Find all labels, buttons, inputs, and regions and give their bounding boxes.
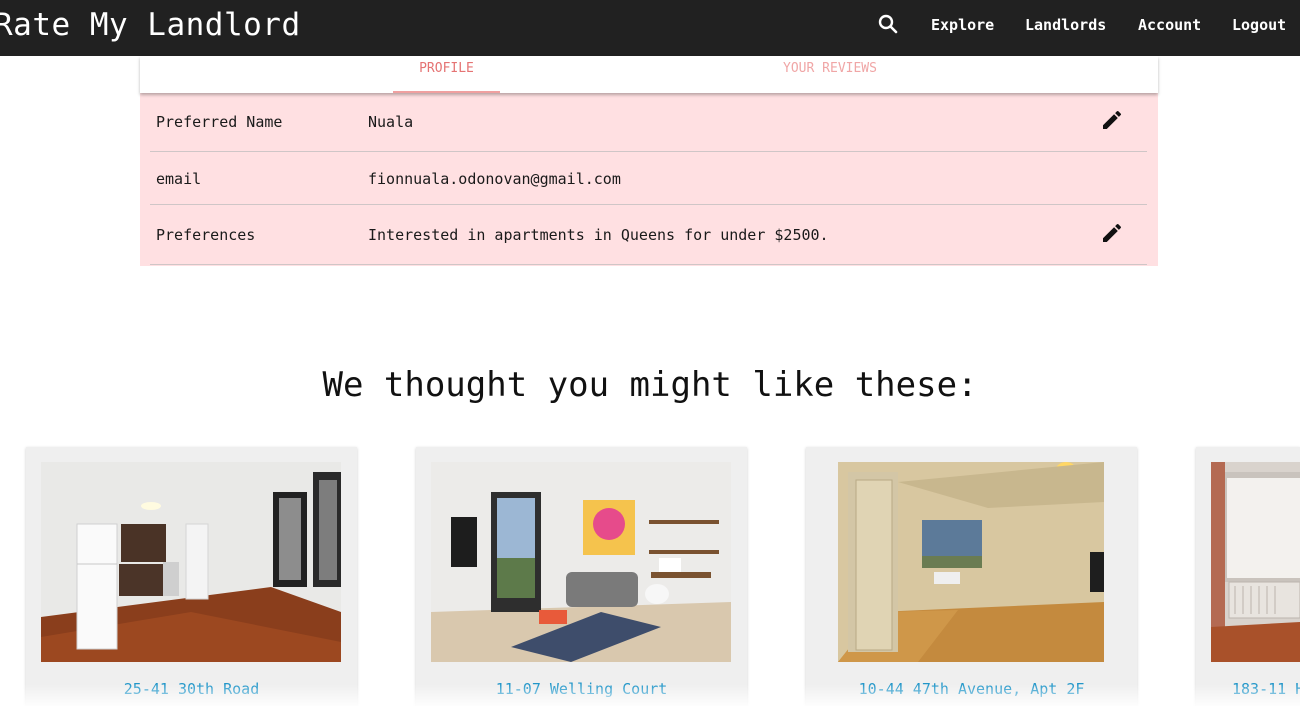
- apartment-photo-image: [838, 462, 1104, 662]
- listing-card[interactable]: 183-11 H: [1196, 447, 1300, 706]
- apartment-photo-image: [1211, 462, 1300, 662]
- recommendations-heading: We thought you might like these:: [322, 365, 978, 405]
- top-bar: Rate My Landlord Explore Landlords Accou…: [0, 0, 1300, 56]
- listing-card[interactable]: 25-41 30th Road: [26, 447, 357, 706]
- tab-your-reviews-label: YOUR REVIEWS: [783, 61, 877, 76]
- active-tab-indicator: [393, 91, 500, 93]
- listing-address[interactable]: 25-41 30th Road: [26, 679, 357, 699]
- listing-address[interactable]: 10-44 47th Avenue, Apt 2F: [806, 679, 1137, 699]
- tab-profile[interactable]: PROFILE: [393, 56, 500, 93]
- preferred-name-value: Nuala: [368, 113, 414, 131]
- listing-photo[interactable]: [838, 462, 1104, 662]
- listing-card[interactable]: 10-44 47th Avenue, Apt 2F: [806, 447, 1137, 706]
- nav-logout[interactable]: Logout: [1232, 15, 1286, 35]
- search-button[interactable]: [876, 12, 900, 36]
- listing-card[interactable]: 11-07 Welling Court: [416, 447, 747, 706]
- profile-row-preferred-name: Preferred Name Nuala: [150, 93, 1147, 152]
- listing-photo[interactable]: [41, 462, 341, 662]
- preferences-label: Preferences: [156, 226, 256, 244]
- email-label: email: [156, 170, 202, 188]
- apartment-photo-image: [431, 462, 731, 662]
- pencil-icon: [1103, 110, 1122, 129]
- nav-landlords[interactable]: Landlords: [1025, 15, 1106, 35]
- page: Rate My Landlord Explore Landlords Accou…: [0, 0, 1300, 706]
- listing-photo[interactable]: [431, 462, 731, 662]
- preferences-value: Interested in apartments in Queens for u…: [368, 226, 829, 244]
- profile-row-preferences: Preferences Interested in apartments in …: [150, 205, 1147, 265]
- listing-address[interactable]: 11-07 Welling Court: [416, 679, 747, 699]
- listing-photo[interactable]: [1211, 462, 1300, 662]
- tab-your-reviews[interactable]: YOUR REVIEWS: [760, 56, 900, 93]
- nav-explore[interactable]: Explore: [931, 15, 994, 35]
- profile-table: Preferred Name Nuala email fionnuala.odo…: [140, 93, 1158, 266]
- edit-preferences-button[interactable]: [1100, 221, 1124, 245]
- email-value: fionnuala.odonovan@gmail.com: [368, 170, 621, 188]
- profile-card: PROFILE YOUR REVIEWS Preferred Name Nual…: [140, 56, 1158, 266]
- edit-preferred-name-button[interactable]: [1100, 108, 1124, 132]
- listing-address[interactable]: 183-11 H: [1196, 679, 1300, 699]
- tab-profile-label: PROFILE: [419, 61, 474, 76]
- search-icon: [878, 14, 898, 34]
- tab-bar: PROFILE YOUR REVIEWS: [140, 56, 1158, 93]
- nav-account[interactable]: Account: [1138, 15, 1201, 35]
- preferred-name-label: Preferred Name: [156, 113, 283, 131]
- pencil-icon: [1103, 223, 1122, 242]
- apartment-photo-image: [41, 462, 341, 662]
- profile-row-email: email fionnuala.odonovan@gmail.com: [150, 152, 1147, 205]
- brand-logo[interactable]: Rate My Landlord: [0, 4, 301, 46]
